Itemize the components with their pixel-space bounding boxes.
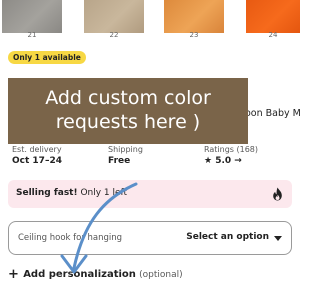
- swatch-22[interactable]: [84, 0, 144, 33]
- swatch-number-22: 22: [109, 31, 119, 39]
- overlay-line-1: Add custom color: [45, 87, 211, 109]
- ratings-link[interactable]: Ratings (168) ★ 5.0 →: [204, 144, 258, 167]
- selling-fast-bold: Selling fast!: [16, 188, 78, 198]
- estimated-delivery: Est. delivery Oct 17–24: [12, 144, 62, 167]
- selling-fast-text: Selling fast! Only 1 left: [16, 188, 127, 198]
- plus-icon: +: [8, 267, 19, 282]
- selling-fast-banner: Selling fast! Only 1 left: [8, 180, 292, 208]
- swatch-24[interactable]: [246, 0, 300, 33]
- star-icon: ★: [204, 156, 213, 166]
- fire-icon: [273, 187, 282, 201]
- option-select[interactable]: Ceiling hook for hanging Select an optio…: [8, 221, 292, 255]
- option-selected-value: Select an option: [186, 232, 269, 242]
- listing-title: oon Baby M...: [245, 108, 300, 119]
- selling-fast-rest: Only 1 left: [77, 188, 128, 198]
- add-personalization-button[interactable]: + Add personalization (optional): [8, 268, 183, 282]
- swatch-21[interactable]: [2, 0, 62, 33]
- option-label: Ceiling hook for hanging: [18, 233, 123, 243]
- delivery-label: Est. delivery: [12, 145, 62, 154]
- personalization-optional-note: (optional): [139, 270, 183, 280]
- promo-overlay-banner: Add custom color requests here ): [8, 78, 248, 144]
- personalization-label: Add personalization: [23, 269, 136, 280]
- ratings-label: Ratings (168): [204, 145, 259, 154]
- swatch-23[interactable]: [164, 0, 224, 33]
- swatch-number-24: 24: [268, 31, 278, 39]
- ratings-value: 5.0 →: [215, 156, 242, 166]
- shipping-info: Shipping Free: [108, 144, 143, 167]
- ratings-value-row: ★ 5.0 →: [204, 155, 258, 167]
- availability-badge: Only 1 available: [8, 51, 86, 64]
- swatch-number-23: 23: [189, 31, 199, 39]
- swatch-number-21: 21: [27, 31, 37, 39]
- color-swatch-strip: 21 22 23 24: [0, 0, 300, 40]
- listing-page: 21 22 23 24 Only 1 available oon Baby M.…: [0, 0, 300, 300]
- shipping-label: Shipping: [108, 145, 143, 154]
- delivery-value: Oct 17–24: [12, 156, 62, 166]
- caret-down-icon: [274, 236, 282, 241]
- overlay-line-2: requests here ): [55, 111, 201, 133]
- shipping-value: Free: [108, 156, 131, 166]
